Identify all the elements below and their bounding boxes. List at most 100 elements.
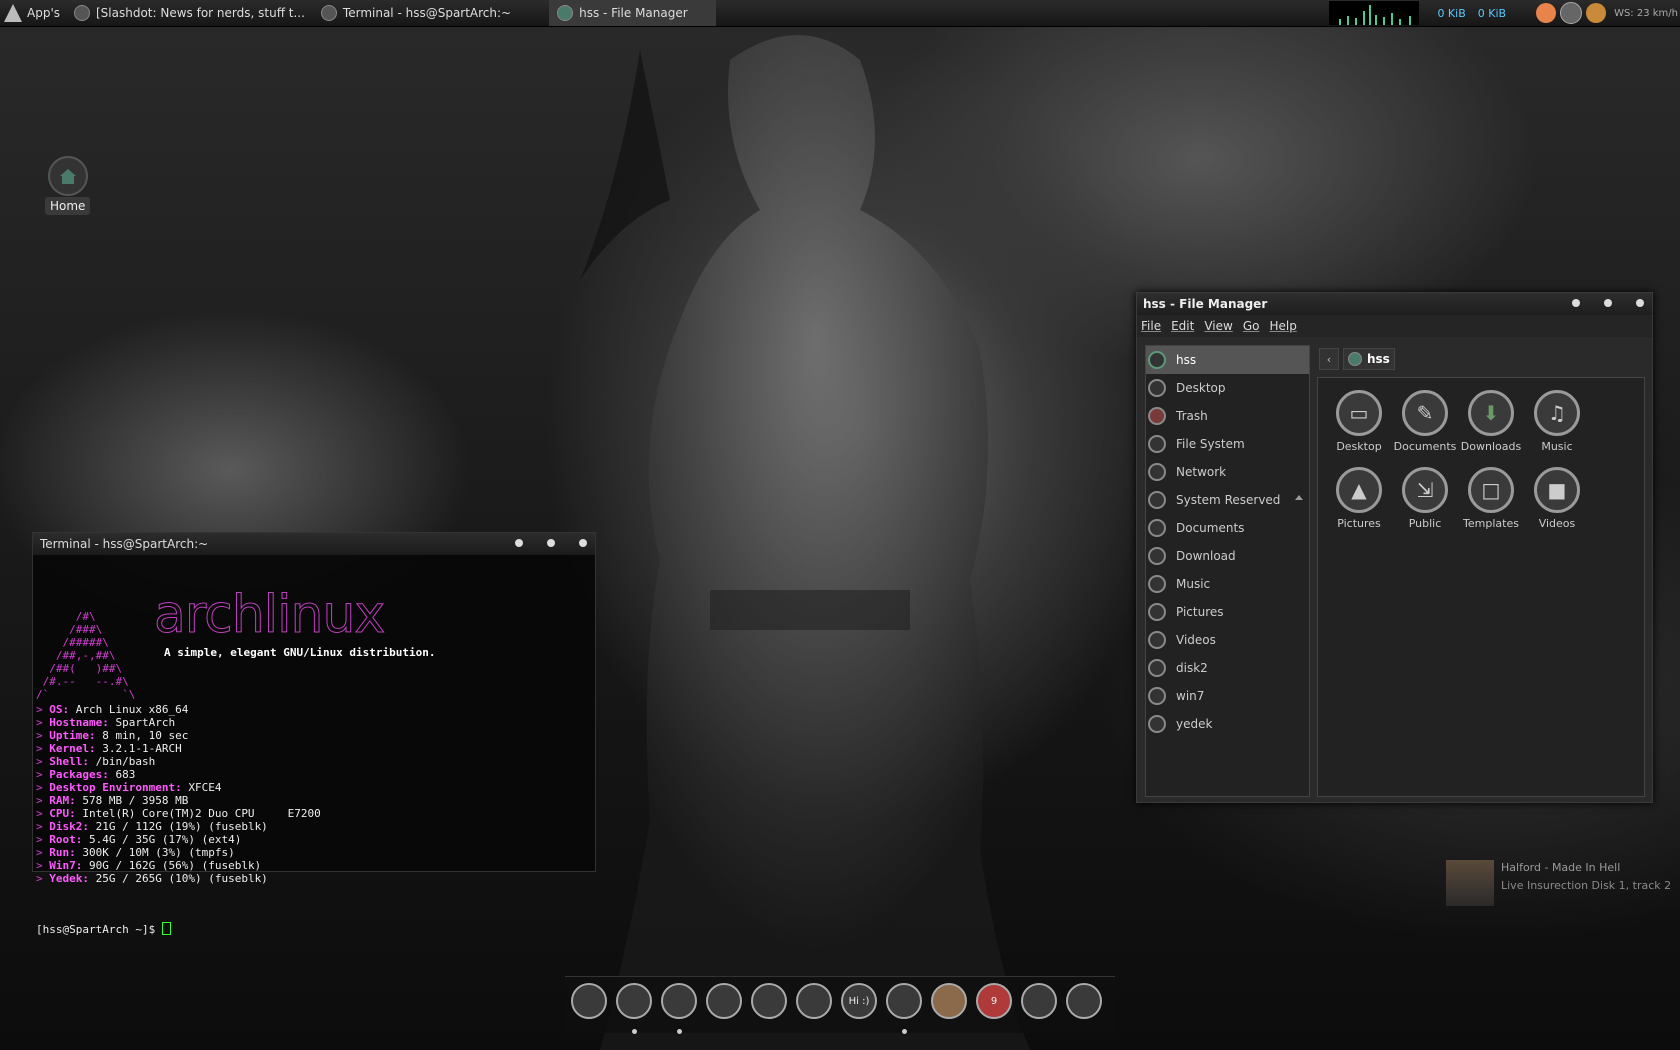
file-manager-title: hss - File Manager: [1143, 297, 1268, 311]
side-item-hss[interactable]: hss: [1146, 346, 1309, 374]
dock-firefox-icon[interactable]: [751, 983, 787, 1019]
ascii-line: /` `\: [36, 688, 136, 701]
menu-file[interactable]: File: [1141, 319, 1161, 333]
side-item-system-reserved[interactable]: System Reserved: [1146, 486, 1309, 514]
folder-icon: [1148, 687, 1166, 705]
side-item-documents[interactable]: Documents: [1146, 514, 1309, 542]
file-item-label: Videos: [1538, 517, 1576, 530]
close-button[interactable]: [1636, 299, 1644, 307]
dock-chat-icon[interactable]: Hi :): [841, 983, 877, 1019]
file-item-templates[interactable]: □ Templates: [1458, 461, 1524, 530]
side-item-download[interactable]: Download: [1146, 542, 1309, 570]
task-terminal[interactable]: Terminal - hss@SpartArch:~: [313, 0, 519, 26]
side-item-network[interactable]: Network: [1146, 458, 1309, 486]
menu-view[interactable]: View: [1204, 319, 1232, 333]
maximize-button[interactable]: [547, 539, 555, 547]
close-button[interactable]: [579, 539, 587, 547]
dock-search-icon[interactable]: [571, 983, 607, 1019]
file-item-music[interactable]: ♫ Music: [1524, 384, 1590, 453]
side-item-trash[interactable]: Trash: [1146, 402, 1309, 430]
dock-gimp-icon[interactable]: [706, 983, 742, 1019]
menu-go[interactable]: Go: [1243, 319, 1260, 333]
prompt-line[interactable]: [hss@SpartArch ~]$: [36, 922, 592, 936]
file-item-pictures[interactable]: ▲ Pictures: [1326, 461, 1392, 530]
file-manager-titlebar[interactable]: hss - File Manager: [1137, 293, 1652, 315]
dock-monitor-icon[interactable]: [886, 983, 922, 1019]
info-value: 683: [108, 768, 136, 781]
dock-moon-icon[interactable]: [931, 983, 967, 1019]
documents-icon: [1148, 519, 1166, 537]
desktop-home-label[interactable]: Home: [45, 197, 91, 215]
net-down: 0 KiB: [1437, 6, 1466, 20]
terminal-window[interactable]: Terminal - hss@SpartArch:~ /#\ /###\ /##…: [32, 532, 596, 936]
desktop-icon: ▭: [1336, 390, 1382, 436]
home-icon: [1348, 352, 1362, 366]
info-value: XFCE4: [181, 781, 222, 794]
task-slashdot[interactable]: [Slashdot: News for nerds, stuff t...: [66, 0, 313, 26]
maximize-button[interactable]: [1604, 299, 1612, 307]
side-item-music[interactable]: Music: [1146, 570, 1309, 598]
dock-lastfm-icon[interactable]: 9: [976, 983, 1012, 1019]
path-button-hss[interactable]: hss: [1343, 348, 1395, 370]
chevron-icon: >: [36, 768, 50, 781]
side-item-label: Download: [1176, 549, 1236, 563]
task-file-manager[interactable]: hss - File Manager: [549, 0, 716, 26]
music-icon: [1148, 575, 1166, 593]
album-art: [1446, 860, 1494, 906]
side-item-label: Pictures: [1176, 605, 1224, 619]
side-item-label: Documents: [1176, 521, 1245, 535]
info-key: Run:: [49, 846, 76, 859]
info-value: 5.4G / 35G (17%) (ext4): [82, 833, 242, 846]
side-item-win7[interactable]: win7: [1146, 682, 1309, 710]
dock-folder-icon[interactable]: [1021, 983, 1057, 1019]
minimize-button[interactable]: [1572, 299, 1580, 307]
eject-icon[interactable]: [1295, 495, 1303, 500]
side-item-disk2[interactable]: disk2: [1146, 654, 1309, 682]
side-item-videos[interactable]: Videos: [1146, 626, 1309, 654]
terminal-output[interactable]: /#\ /###\ /#####\ /##,-,##\ /##( )##\ /#…: [33, 555, 595, 965]
info-key: CPU:: [49, 807, 76, 820]
side-item-desktop[interactable]: Desktop: [1146, 374, 1309, 402]
ascii-line: /##( )##\: [36, 662, 123, 675]
file-item-documents[interactable]: ✎ Documents: [1392, 384, 1458, 453]
weather-icon[interactable]: [1586, 3, 1607, 23]
pictures-icon: ▲: [1336, 467, 1382, 513]
file-item-desktop[interactable]: ▭ Desktop: [1326, 384, 1392, 453]
dock-badge: 9: [990, 995, 998, 1007]
home-icon: [60, 169, 76, 184]
drive-icon: [1148, 435, 1166, 453]
file-item-label: Pictures: [1337, 517, 1381, 530]
side-item-label: Videos: [1176, 633, 1216, 647]
minimize-button[interactable]: [515, 539, 523, 547]
back-button[interactable]: ‹: [1319, 348, 1339, 370]
dock-terminal-icon[interactable]: [616, 983, 652, 1019]
menu-edit[interactable]: Edit: [1171, 319, 1194, 333]
terminal-title: Terminal - hss@SpartArch:~: [40, 537, 209, 551]
volume-icon[interactable]: [1560, 2, 1583, 24]
info-line: > RAM: 578 MB / 3958 MB: [36, 794, 592, 807]
side-item-file-system[interactable]: File System: [1146, 430, 1309, 458]
file-item-public[interactable]: ⇲ Public: [1392, 461, 1458, 530]
terminal-tagline: A simple, elegant GNU/Linux distribution…: [164, 646, 436, 659]
side-item-label: Network: [1176, 465, 1227, 479]
dock-chrome-icon[interactable]: [661, 983, 697, 1019]
file-manager-window[interactable]: hss - File Manager File Edit View Go Hel…: [1136, 292, 1653, 803]
chevron-icon: >: [36, 807, 50, 820]
side-item-yedek[interactable]: yedek: [1146, 710, 1309, 738]
terminal-titlebar[interactable]: Terminal - hss@SpartArch:~: [33, 533, 595, 555]
menu-bar: File Edit View Go Help: [1137, 315, 1652, 337]
moon-icon[interactable]: [1536, 3, 1557, 23]
dock-debian-icon[interactable]: [796, 983, 832, 1019]
file-view[interactable]: ▭ Desktop ✎ Documents ⬇ Downloads ♫ Music ▲ Pictu…: [1317, 377, 1645, 797]
apps-menu-button[interactable]: App's: [0, 0, 66, 26]
desktop-home-icon[interactable]: [48, 156, 88, 196]
dock-mixer-icon[interactable]: [1066, 983, 1102, 1019]
file-item-downloads[interactable]: ⬇ Downloads: [1458, 384, 1524, 453]
file-item-videos[interactable]: ■ Videos: [1524, 461, 1590, 530]
prompt: [hss@SpartArch ~]$: [36, 923, 162, 936]
download-icon: ⬇: [1468, 390, 1514, 436]
side-item-pictures[interactable]: Pictures: [1146, 598, 1309, 626]
chevron-icon: >: [36, 781, 50, 794]
menu-help[interactable]: Help: [1269, 319, 1296, 333]
side-pane: hss Desktop Trash File System Network System …: [1145, 345, 1310, 797]
